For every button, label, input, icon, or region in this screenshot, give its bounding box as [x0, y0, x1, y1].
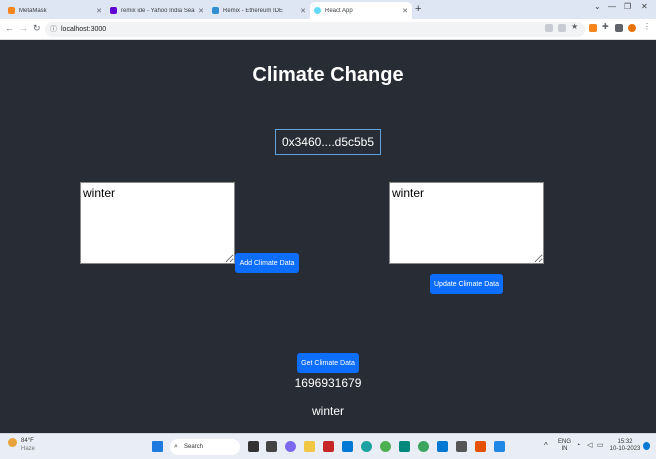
- taskbar-search[interactable]: ⌕ Search: [170, 439, 240, 455]
- volume-icon[interactable]: ◁: [587, 442, 592, 449]
- weather-temp: 84°F: [21, 438, 34, 444]
- add-climate-data-button[interactable]: Add Climate Data: [235, 253, 299, 273]
- search-icon: ⌕: [174, 443, 178, 450]
- chevron-up-icon[interactable]: ^: [544, 442, 548, 450]
- app-icon[interactable]: [494, 441, 505, 452]
- tab-label: Remix - Ethereum IDE: [223, 7, 284, 14]
- back-icon[interactable]: ←: [5, 23, 14, 33]
- close-window-icon[interactable]: ✕: [641, 2, 648, 11]
- avatar[interactable]: [628, 24, 636, 32]
- chevron-down-icon[interactable]: ⌄: [594, 2, 601, 11]
- close-icon[interactable]: ✕: [402, 7, 408, 15]
- new-tab-icon[interactable]: +: [415, 3, 421, 15]
- maximize-icon[interactable]: ❐: [624, 2, 631, 11]
- address-bar[interactable]: ⓘ localhost:3000: [45, 22, 585, 37]
- update-climate-input[interactable]: winter: [389, 182, 544, 264]
- close-icon[interactable]: ✕: [300, 7, 306, 15]
- share-icon[interactable]: [558, 24, 566, 32]
- app-icon[interactable]: [248, 441, 259, 452]
- add-climate-input[interactable]: winter: [80, 182, 235, 264]
- account-address: 0x3460....d5c5b5: [275, 129, 381, 155]
- taskbar: 84°F Haze ⌕ Search ^ ENG IN ◔ ◁ ▭ 15:32 …: [0, 433, 656, 459]
- tab-label: remix ide - Yahoo India Search R: [121, 7, 195, 14]
- language-indicator[interactable]: ENG IN: [558, 439, 571, 453]
- metamask-fox-icon: [8, 7, 15, 14]
- get-climate-data-button[interactable]: Get Climate Data: [297, 353, 359, 373]
- battery-icon[interactable]: ▭: [597, 442, 604, 449]
- sidebar-icon[interactable]: [615, 24, 623, 32]
- task-view-icon[interactable]: [266, 441, 277, 452]
- chrome-icon[interactable]: [380, 441, 391, 452]
- clock[interactable]: 15:32 10-10-2023: [608, 439, 642, 453]
- metamask-app-icon[interactable]: [475, 441, 486, 452]
- tab-label: React App: [325, 7, 353, 14]
- react-app: Climate Change 0x3460....d5c5b5 winter A…: [0, 40, 656, 433]
- update-climate-data-button[interactable]: Update Climate Data: [430, 274, 503, 294]
- search-label: Search: [184, 444, 204, 450]
- app-icon[interactable]: [399, 441, 410, 452]
- file-explorer-icon[interactable]: [304, 441, 315, 452]
- minimize-icon[interactable]: —: [608, 2, 616, 11]
- chat-icon[interactable]: [285, 441, 296, 452]
- tab-label: MetaMask: [19, 7, 47, 14]
- clock-date: 10-10-2023: [609, 446, 641, 452]
- vscode-icon[interactable]: [437, 441, 448, 452]
- browser-toolbar: ← → ↻ ⓘ localhost:3000 ★ ✚ ⋮: [0, 19, 656, 40]
- mcafee-icon[interactable]: [323, 441, 334, 452]
- reload-icon[interactable]: ↻: [33, 23, 41, 34]
- weather-desc: Haze: [21, 446, 36, 452]
- close-icon[interactable]: ✕: [96, 7, 102, 15]
- react-icon: [314, 7, 321, 14]
- url-text: localhost:3000: [61, 26, 107, 33]
- notification-icon[interactable]: [643, 442, 650, 450]
- metamask-extension-icon[interactable]: [589, 24, 597, 32]
- extensions-icon[interactable]: ✚: [602, 22, 610, 31]
- menu-icon[interactable]: ⋮: [643, 22, 651, 31]
- result-value: winter: [311, 404, 344, 418]
- lang-top: ENG: [558, 439, 572, 445]
- result-timestamp: 1696931679: [294, 376, 362, 390]
- tab-metamask[interactable]: MetaMask ✕: [4, 2, 106, 19]
- windows-start-icon[interactable]: [152, 441, 163, 452]
- terminal-icon[interactable]: [456, 441, 467, 452]
- site-info-icon[interactable]: ⓘ: [50, 22, 57, 37]
- page-title: Climate Change: [252, 64, 404, 86]
- star-icon[interactable]: ★: [571, 22, 579, 31]
- store-icon[interactable]: [342, 441, 353, 452]
- browser-tab-bar: MetaMask ✕ remix ide - Yahoo India Searc…: [0, 0, 656, 19]
- clock-time: 15:32: [617, 439, 633, 445]
- close-icon[interactable]: ✕: [198, 7, 204, 15]
- sun-haze-icon: [8, 438, 17, 447]
- edge-icon[interactable]: [361, 441, 372, 452]
- tab-remix-ide[interactable]: Remix - Ethereum IDE ✕: [208, 2, 310, 19]
- tab-react-app[interactable]: React App ✕: [310, 2, 412, 19]
- weather-widget[interactable]: 84°F Haze: [8, 437, 35, 453]
- forward-icon[interactable]: →: [19, 23, 28, 33]
- lang-bottom: IN: [561, 446, 568, 452]
- yahoo-icon: [110, 7, 117, 14]
- remix-icon: [212, 7, 219, 14]
- wifi-icon[interactable]: ◔: [576, 442, 580, 449]
- browser-icon[interactable]: [418, 441, 429, 452]
- install-app-icon[interactable]: [545, 24, 553, 32]
- tab-yahoo-search[interactable]: remix ide - Yahoo India Search R ✕: [106, 2, 208, 19]
